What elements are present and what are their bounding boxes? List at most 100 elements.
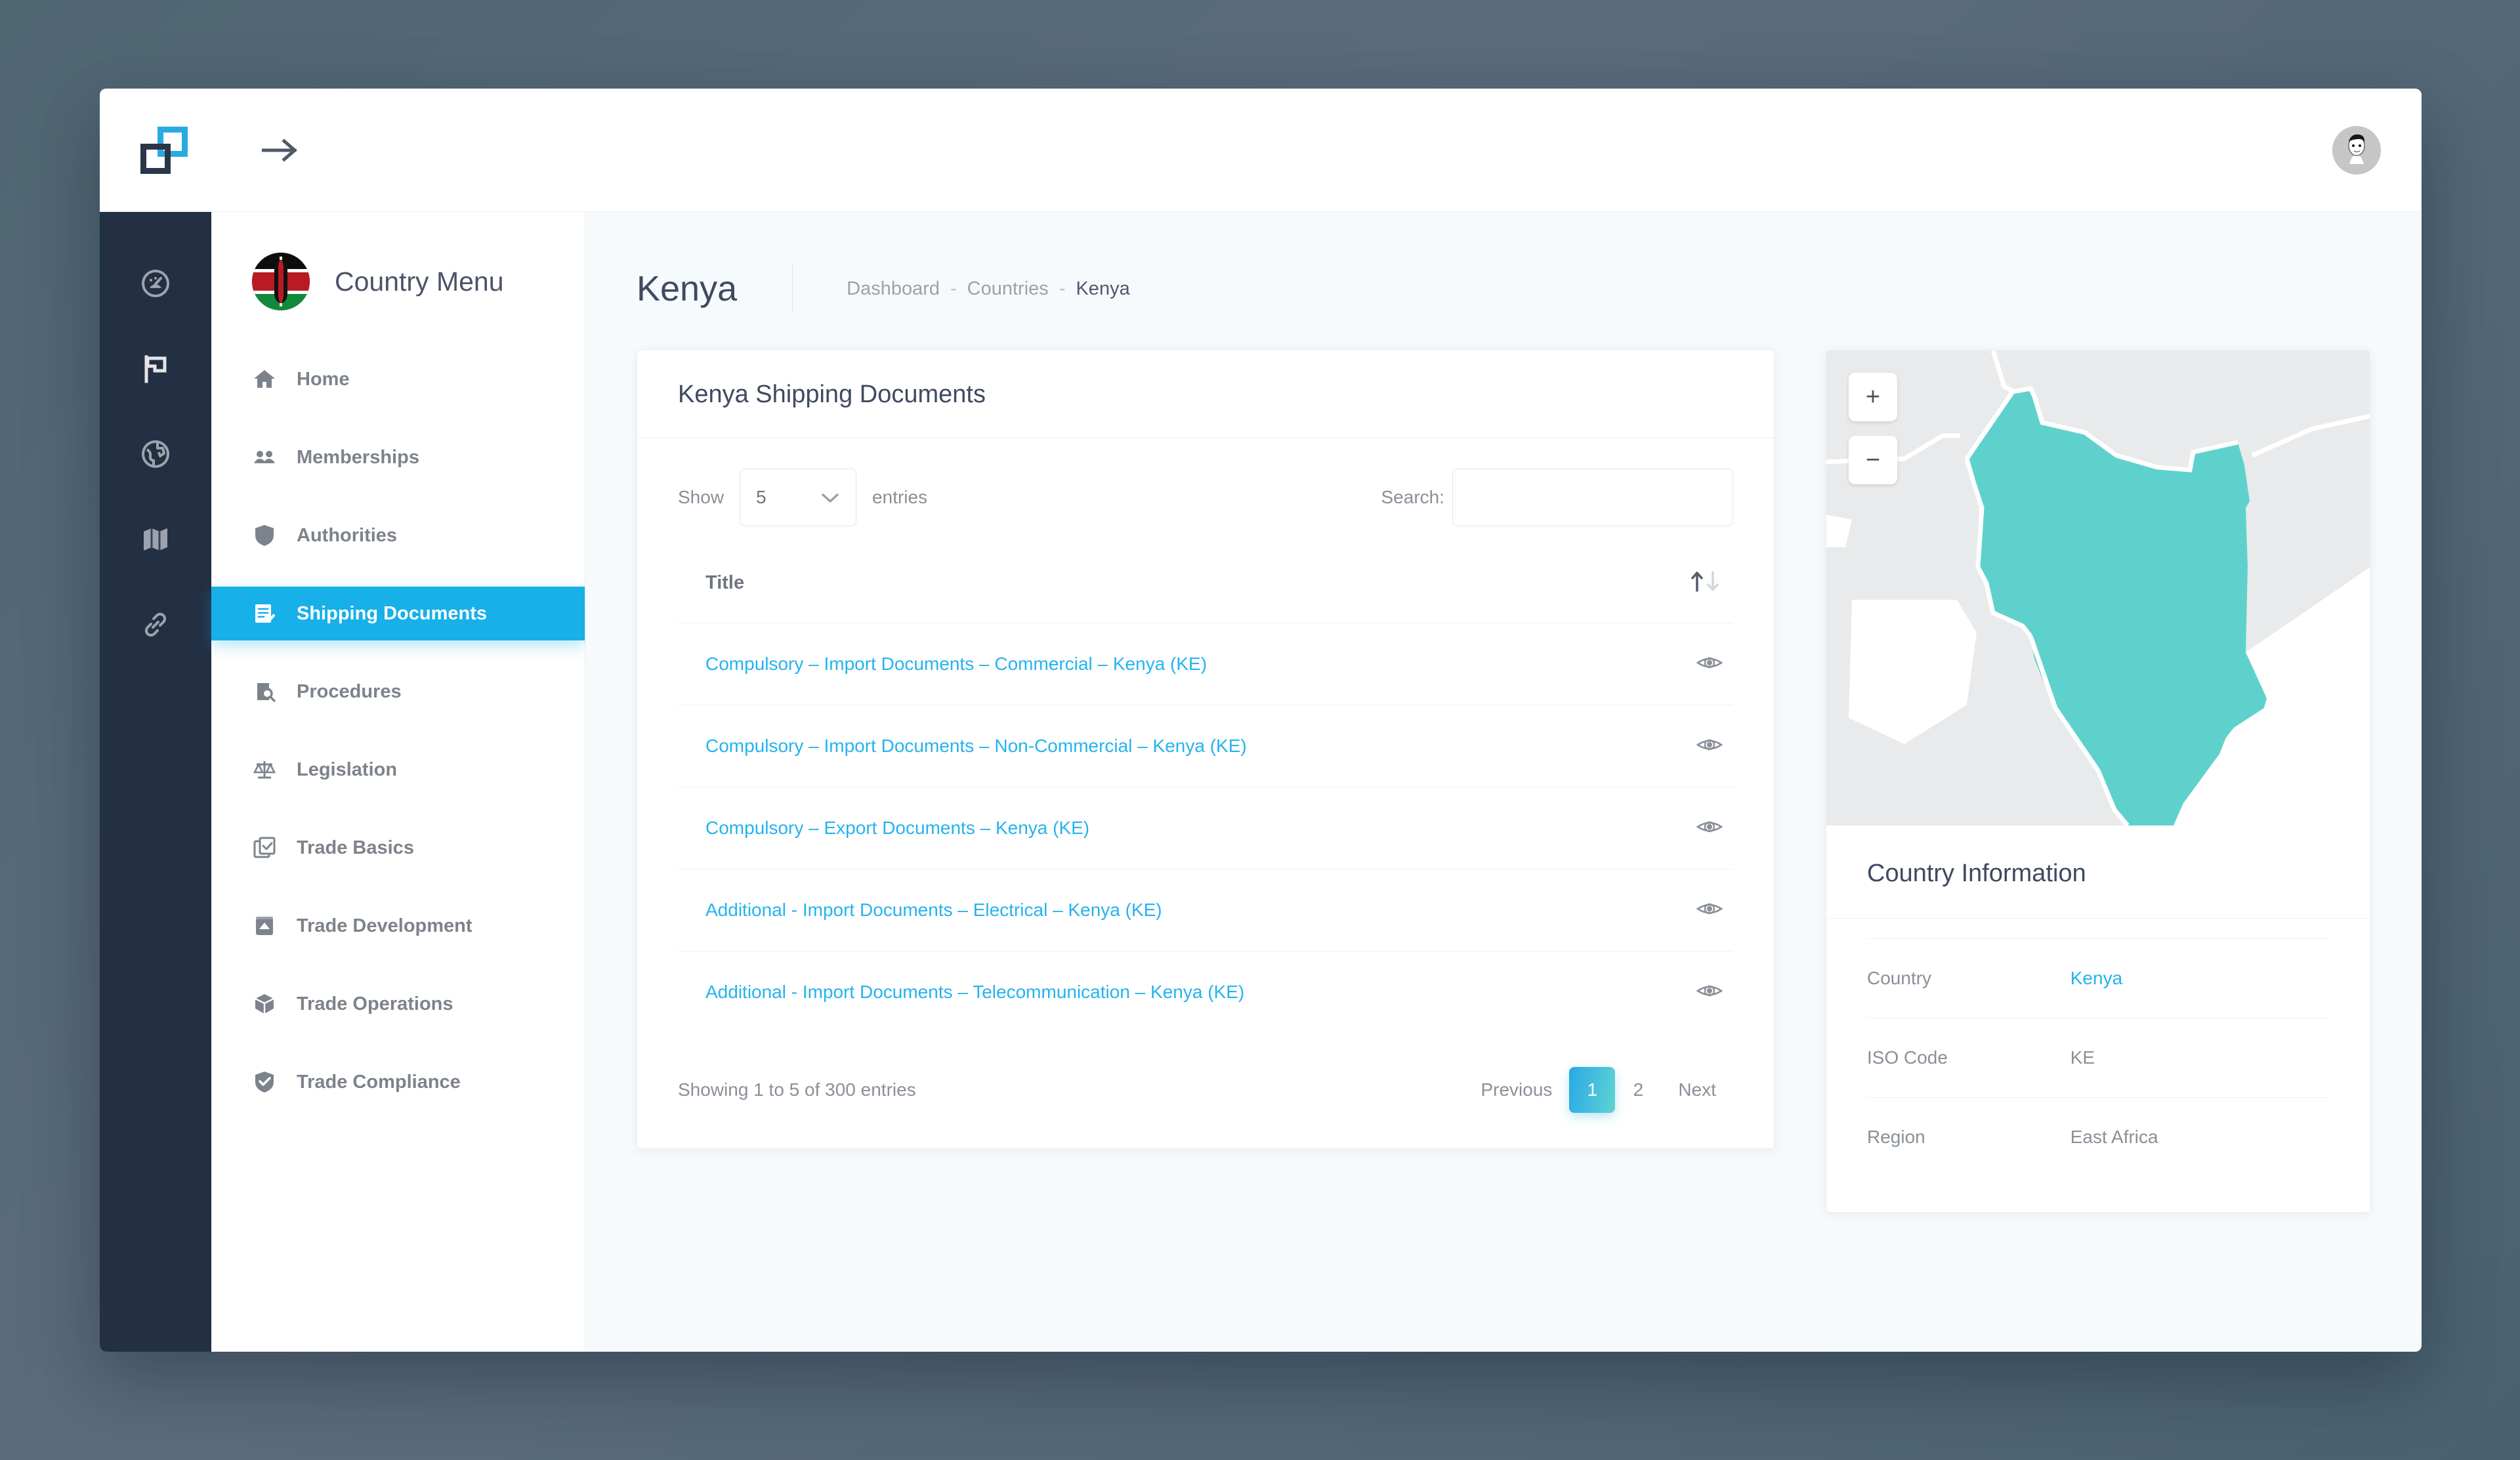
country-menu-header: Country Menu — [211, 253, 585, 310]
menu-item-trade-basics[interactable]: Trade Basics — [211, 821, 585, 875]
shield-icon — [252, 523, 277, 548]
home-icon — [252, 367, 277, 392]
page-title: Kenya — [637, 269, 738, 308]
app-shell: Country Menu Home Memberships Authoritie… — [100, 212, 2422, 1352]
show-entries-control: Show 5 entries — [678, 469, 927, 526]
document-link[interactable]: Additional - Import Documents – Electric… — [705, 900, 1162, 920]
eye-icon[interactable] — [1696, 818, 1723, 835]
globe-icon[interactable] — [135, 434, 176, 474]
document-link[interactable]: Additional - Import Documents – Telecomm… — [705, 982, 1244, 1002]
country-menu-title: Country Menu — [335, 266, 504, 297]
pagination: Previous 1 2 Next — [1463, 1067, 1733, 1113]
pagination-page-2[interactable]: 2 — [1615, 1067, 1661, 1113]
column-header-sort[interactable] — [1654, 555, 1733, 623]
card-title: Kenya Shipping Documents — [678, 381, 986, 408]
menu-item-shipping-documents[interactable]: Shipping Documents — [211, 587, 585, 640]
table-cell-action — [1654, 951, 1733, 1033]
menu-item-label: Home — [297, 368, 350, 390]
menu-item-label: Trade Development — [297, 915, 472, 936]
map-zoom-controls: + − — [1849, 373, 1897, 484]
eye-icon[interactable] — [1696, 654, 1723, 671]
document-link[interactable]: Compulsory – Import Documents – Non-Comm… — [705, 736, 1247, 756]
table-cell-action — [1654, 705, 1733, 787]
country-info-label: ISO Code — [1867, 1018, 2070, 1098]
column-header-title[interactable]: Title — [678, 555, 1654, 623]
page-header: Kenya Dashboard - Countries - Kenya — [637, 253, 2370, 325]
shipping-documents-card: Kenya Shipping Documents Show 5 entries … — [637, 350, 1774, 1149]
avatar[interactable] — [2332, 125, 2381, 175]
forward-arrow-icon[interactable] — [261, 136, 299, 164]
table-head: Title — [678, 555, 1733, 623]
table-cell-title: Compulsory – Import Documents – Commerci… — [678, 623, 1654, 705]
eye-icon[interactable] — [1696, 982, 1723, 999]
search-label: Search: — [1381, 487, 1445, 507]
menu-item-home[interactable]: Home — [211, 352, 585, 406]
main-content: Kenya Dashboard - Countries - Kenya Keny… — [585, 212, 2422, 1352]
breadcrumb-item-kenya: Kenya — [1076, 278, 1130, 299]
sort-ascending-icon[interactable] — [1689, 571, 1723, 596]
eye-icon[interactable] — [1696, 736, 1723, 753]
content-row: Kenya Shipping Documents Show 5 entries … — [637, 350, 2370, 1213]
table-cell-title: Additional - Import Documents – Electric… — [678, 869, 1654, 951]
eye-icon[interactable] — [1696, 900, 1723, 917]
breadcrumb-item-countries[interactable]: Countries — [967, 278, 1049, 300]
breadcrumb-item-dashboard[interactable]: Dashboard — [847, 278, 940, 300]
top-bar — [100, 89, 2422, 212]
search-control: Search: — [1381, 469, 1733, 526]
menu-item-label: Trade Basics — [297, 837, 414, 858]
table-cell-action — [1654, 869, 1733, 951]
app-window: Country Menu Home Memberships Authoritie… — [100, 89, 2422, 1352]
search-input[interactable] — [1452, 469, 1733, 526]
menu-item-trade-operations[interactable]: Trade Operations — [211, 977, 585, 1031]
map-icon[interactable] — [135, 519, 176, 560]
card-header: Kenya Shipping Documents — [637, 350, 1774, 438]
scales-icon — [252, 757, 277, 782]
page-size-value: 5 — [756, 487, 766, 507]
flag-icon[interactable] — [135, 348, 176, 389]
menu-item-label: Trade Compliance — [297, 1071, 461, 1093]
table-controls: Show 5 entries Search: — [678, 469, 1733, 526]
menu-item-trade-development[interactable]: Trade Development — [211, 899, 585, 953]
people-icon — [252, 445, 277, 470]
dashboard-icon[interactable] — [135, 263, 176, 304]
kenya-flag-icon — [252, 253, 310, 310]
pagination-next[interactable]: Next — [1661, 1067, 1733, 1113]
country-info-body: Country Kenya ISO Code KE Region East Af… — [1826, 919, 2370, 1212]
menu-item-memberships[interactable]: Memberships — [211, 430, 585, 484]
menu-item-legislation[interactable]: Legislation — [211, 743, 585, 797]
table-row: Compulsory – Export Documents – Kenya (K… — [678, 787, 1733, 869]
breadcrumb-separator: - — [1059, 278, 1066, 299]
copy-check-icon — [252, 835, 277, 860]
country-info-value[interactable]: Kenya — [2070, 938, 2329, 1018]
menu-item-label: Shipping Documents — [297, 602, 487, 624]
app-logo-icon[interactable] — [140, 126, 188, 174]
menu-item-label: Legislation — [297, 759, 398, 780]
country-info-value: East Africa — [2070, 1097, 2329, 1177]
upload-box-icon — [252, 913, 277, 938]
menu-item-procedures[interactable]: Procedures — [211, 665, 585, 719]
country-info-header: Country Information — [1826, 825, 2370, 919]
country-menu-list: Home Memberships Authorities Shipping Do… — [211, 352, 585, 1109]
menu-item-label: Trade Operations — [297, 993, 453, 1014]
clipboard-search-icon — [252, 679, 277, 704]
document-link[interactable]: Compulsory – Export Documents – Kenya (K… — [705, 818, 1089, 838]
country-menu-sidebar: Country Menu Home Memberships Authoritie… — [211, 212, 585, 1352]
showing-entries-text: Showing 1 to 5 of 300 entries — [678, 1079, 916, 1100]
chevron-down-icon — [822, 487, 839, 508]
country-info-row: ISO Code KE — [1867, 1018, 2329, 1098]
menu-item-trade-compliance[interactable]: Trade Compliance — [211, 1055, 585, 1109]
breadcrumb-separator: - — [950, 278, 957, 299]
document-check-icon — [252, 601, 277, 626]
link-icon[interactable] — [135, 604, 176, 645]
pagination-previous[interactable]: Previous — [1463, 1067, 1569, 1113]
country-info-card: + − Country Information Country Kenya IS… — [1826, 350, 2370, 1213]
page-size-select[interactable]: 5 — [740, 469, 857, 526]
zoom-out-button[interactable]: − — [1849, 436, 1897, 484]
menu-item-authorities[interactable]: Authorities — [211, 509, 585, 562]
country-info-row: Region East Africa — [1867, 1097, 2329, 1177]
document-link[interactable]: Compulsory – Import Documents – Commerci… — [705, 654, 1207, 674]
zoom-in-button[interactable]: + — [1849, 373, 1897, 421]
table-cell-action — [1654, 623, 1733, 705]
country-map[interactable]: + − — [1826, 350, 2370, 825]
pagination-page-1[interactable]: 1 — [1569, 1067, 1616, 1113]
